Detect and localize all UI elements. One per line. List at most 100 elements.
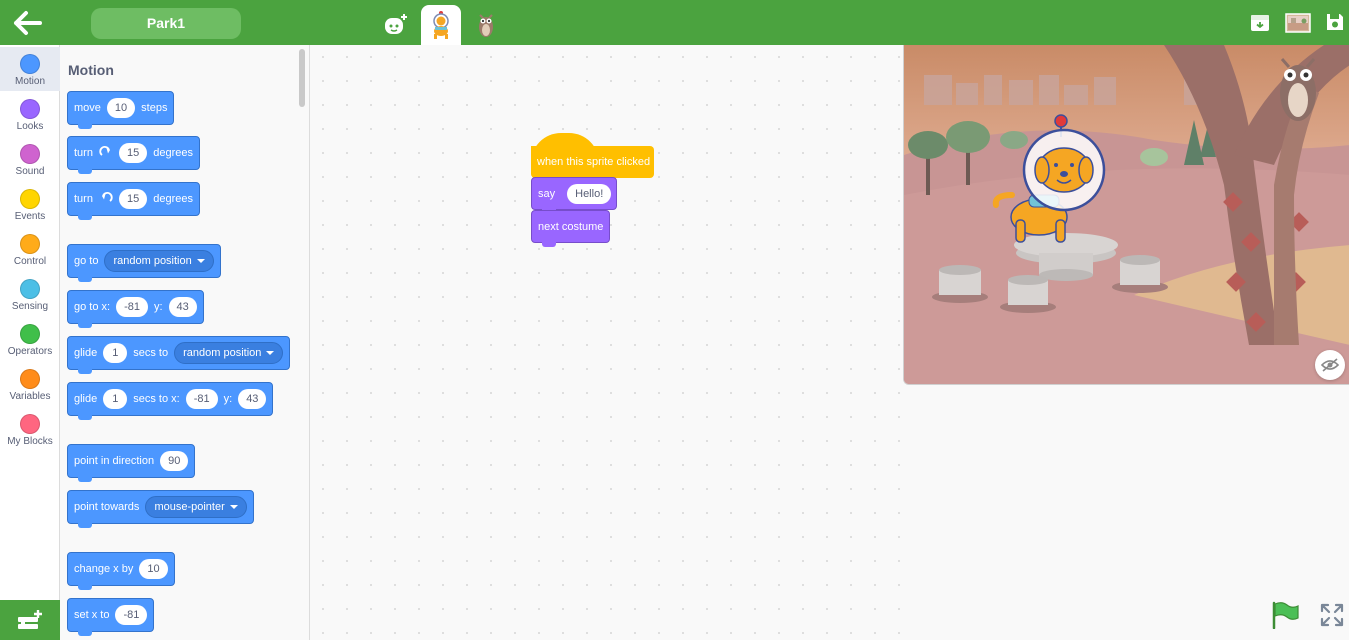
sensing-dot-icon (20, 279, 40, 299)
block-text: say (538, 187, 556, 200)
move-steps-block[interactable]: move 10 steps (67, 91, 175, 129)
glide-xy-block[interactable]: glide 1 secs to x: -81 y: 43 (67, 382, 274, 420)
motion-dot-icon (20, 54, 40, 74)
top-bar: Park1 (0, 0, 1349, 45)
control-dot-icon (20, 234, 40, 254)
category-label: Operators (7, 346, 53, 357)
chevron-down-icon (196, 259, 205, 263)
category-sensing[interactable]: Sensing (0, 272, 60, 316)
category-variables[interactable]: Variables (0, 362, 60, 406)
block-text: turn (74, 193, 93, 205)
target-dropdown[interactable]: random position (174, 342, 284, 364)
target-dropdown[interactable]: random position (104, 250, 214, 272)
block-text: y: (223, 393, 233, 405)
looks-dot-icon (20, 99, 40, 119)
green-flag-icon[interactable] (1270, 601, 1300, 630)
block-text: glide (74, 393, 98, 405)
block-text: go to x: (74, 301, 111, 313)
events-dot-icon (20, 189, 40, 209)
rotate-left-icon (101, 192, 113, 202)
save-icon[interactable] (1325, 12, 1345, 34)
dropdown-value: random position (183, 347, 262, 359)
rotate-right-icon (99, 146, 110, 156)
set-x-block[interactable]: set x to -81 (67, 598, 155, 636)
direction-input[interactable]: 90 (160, 451, 189, 471)
block-palette: Motion move 10 steps turn 15 degrees tur… (61, 45, 310, 640)
category-label: Motion (14, 76, 45, 87)
download-icon[interactable] (1250, 12, 1270, 34)
sound-dot-icon (20, 144, 40, 164)
my-blocks-dot-icon (20, 414, 40, 434)
fullscreen-icon[interactable] (1320, 603, 1344, 627)
block-text: y: (153, 301, 163, 313)
block-text: set x to (74, 609, 110, 621)
backdrop-icon[interactable] (1285, 12, 1311, 34)
scratchjr-editor: Park1 Motion Looks Sound Events Control … (0, 0, 1349, 640)
go-to-block[interactable]: go to random position (67, 244, 221, 282)
turn-left-block[interactable]: turn 15 degrees (67, 182, 200, 220)
category-looks[interactable]: Looks (0, 92, 60, 136)
y-input[interactable]: 43 (168, 297, 197, 317)
operators-dot-icon (20, 324, 40, 344)
category-rail: Motion Looks Sound Events Control Sensin… (0, 45, 60, 640)
degrees-input[interactable]: 15 (118, 143, 148, 163)
message-input[interactable]: Hello! (567, 183, 612, 204)
say-block[interactable]: say Hello! (531, 177, 618, 214)
block-text: change x by (74, 563, 134, 575)
block-text: degrees (153, 193, 193, 205)
block-text: point in direction (74, 455, 155, 467)
category-my-blocks[interactable]: My Blocks (0, 407, 60, 451)
x-input[interactable]: -81 (185, 389, 218, 409)
secs-input[interactable]: 1 (103, 343, 128, 363)
back-arrow-icon[interactable] (12, 9, 44, 37)
block-text: glide (74, 347, 98, 359)
when-sprite-clicked-block[interactable]: when this sprite clicked (531, 133, 655, 179)
steps-input[interactable]: 10 (106, 98, 136, 118)
block-text: next costume (538, 220, 604, 233)
x-change-input[interactable]: 10 (139, 559, 168, 579)
category-label: My Blocks (7, 436, 53, 447)
category-control[interactable]: Control (0, 227, 60, 271)
block-text: move (74, 102, 101, 114)
secs-input[interactable]: 1 (103, 389, 128, 409)
turn-right-block[interactable]: turn 15 degrees (67, 136, 200, 174)
category-label: Looks (16, 121, 44, 132)
block-text: point towards (74, 501, 140, 513)
stage[interactable] (903, 45, 1349, 385)
dog-sprite-icon[interactable] (421, 5, 461, 45)
stage-scene (904, 45, 1349, 384)
category-motion[interactable]: Motion (0, 47, 60, 91)
eye-hidden-icon[interactable] (1315, 350, 1345, 380)
x-input[interactable]: -81 (116, 297, 148, 317)
block-text: turn (74, 147, 93, 159)
category-operators[interactable]: Operators (0, 317, 60, 361)
dropdown-value: mouse-pointer (154, 501, 225, 513)
x-input[interactable]: -81 (115, 605, 148, 625)
y-input[interactable]: 43 (238, 389, 267, 409)
target-dropdown[interactable]: mouse-pointer (145, 496, 247, 518)
project-name[interactable]: Park1 (91, 8, 241, 39)
owl-sprite-icon[interactable] (466, 5, 506, 45)
block-text: when this sprite clicked (537, 156, 651, 168)
point-in-direction-block[interactable]: point in direction 90 (67, 444, 196, 482)
change-x-block[interactable]: change x by 10 (67, 552, 175, 590)
block-text: degrees (153, 147, 193, 159)
add-extension-button[interactable] (0, 600, 60, 640)
hat-body: when this sprite clicked (531, 146, 654, 178)
variables-dot-icon (20, 369, 40, 389)
degrees-input[interactable]: 15 (118, 189, 148, 209)
glide-to-block[interactable]: glide 1 secs to random position (67, 336, 291, 374)
chevron-down-icon (229, 505, 238, 509)
add-sprite-icon[interactable] (376, 5, 416, 45)
add-extension-icon (18, 610, 42, 629)
go-to-xy-block[interactable]: go to x: -81 y: 43 (67, 290, 204, 328)
block-text: steps (141, 102, 168, 114)
category-sound[interactable]: Sound (0, 137, 60, 181)
block-text: secs to x: (133, 393, 180, 405)
next-costume-block[interactable]: next costume (531, 210, 611, 247)
palette-scrollbar[interactable] (299, 49, 305, 107)
point-towards-block[interactable]: point towards mouse-pointer (67, 490, 254, 528)
category-events[interactable]: Events (0, 182, 60, 226)
chevron-down-icon (266, 351, 275, 355)
category-label: Sound (15, 166, 45, 177)
